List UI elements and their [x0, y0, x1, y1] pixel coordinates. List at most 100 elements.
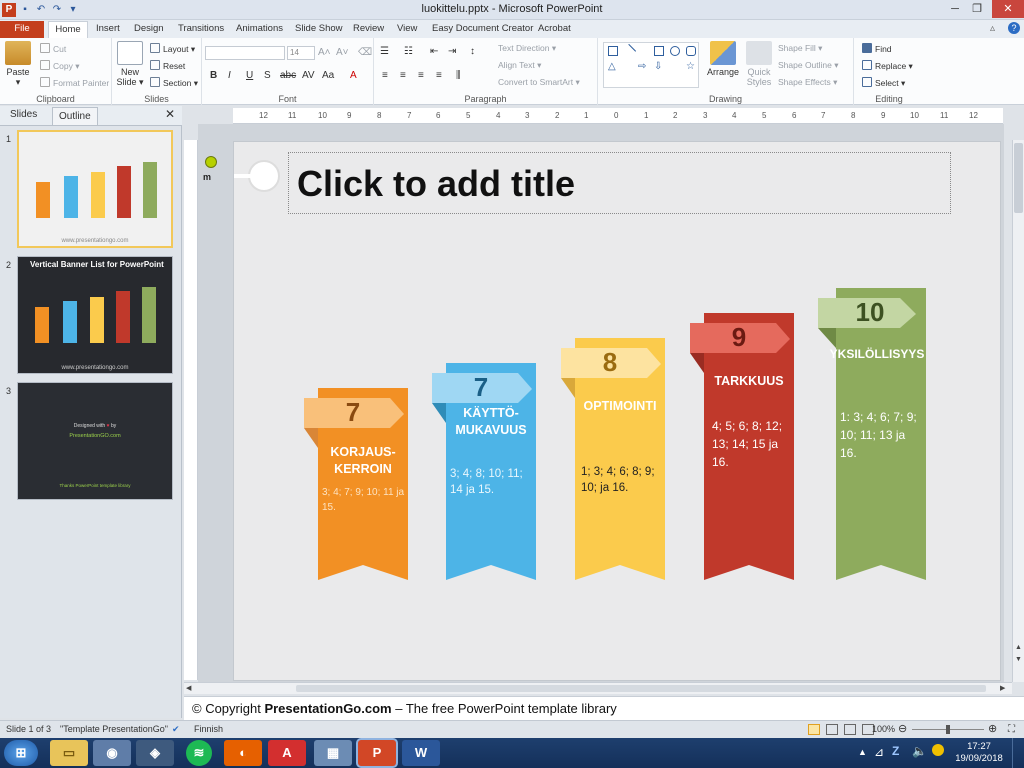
close-panel-icon[interactable]: ✕	[165, 107, 175, 121]
select-button[interactable]: Select ▾	[862, 77, 905, 89]
slide-thumbnail-2[interactable]: Vertical Banner List for PowerPoint www.…	[17, 256, 173, 374]
minimize-icon[interactable]: ─	[944, 0, 966, 18]
shadow-icon[interactable]: S	[264, 70, 271, 81]
shapes-gallery[interactable]: △ ⇨ ⇩ ☆	[603, 42, 699, 88]
copy-button[interactable]: Copy ▾	[40, 60, 79, 72]
quick-styles-button[interactable]: Quick Styles	[744, 41, 774, 87]
app-icon[interactable]: ◉	[93, 740, 131, 766]
down-arrow-shape-icon[interactable]: ⇩	[654, 62, 664, 72]
tray-expand-icon[interactable]: ▲	[858, 747, 867, 757]
underline-icon[interactable]: U	[246, 70, 253, 81]
start-button-icon[interactable]: ⊞	[4, 740, 38, 766]
format-painter-button[interactable]: Format Painter	[40, 77, 109, 88]
acrobat-icon[interactable]: A	[268, 740, 306, 766]
change-case-icon[interactable]: Aa	[322, 70, 334, 81]
clock[interactable]: 17:27 19/09/2018	[952, 741, 1006, 765]
restore-icon[interactable]: ❐	[966, 0, 988, 18]
word-icon[interactable]: W	[402, 740, 440, 766]
line-spacing-icon[interactable]: ↕	[470, 46, 475, 57]
new-slide-button[interactable]: New Slide ▾	[114, 41, 146, 87]
scroll-up-arrow-icon[interactable]: ▲	[1015, 644, 1022, 651]
line-shape-icon[interactable]	[621, 43, 637, 59]
section-button[interactable]: Section ▾	[150, 77, 198, 89]
fit-to-window-icon[interactable]: ⛶	[1008, 721, 1015, 738]
triangle-shape-icon[interactable]: △	[608, 62, 618, 72]
app-icon[interactable]: ◈	[136, 740, 174, 766]
tab-animations[interactable]: Animations	[232, 21, 287, 38]
tab-slides[interactable]: Slides	[10, 109, 37, 120]
banner-item[interactable]: 8 OPTIMOINTI 1; 3; 4; 6; 8; 9; 10; ja 16…	[561, 338, 665, 580]
find-button[interactable]: Find	[862, 43, 892, 54]
calculator-icon[interactable]: ▦	[314, 740, 352, 766]
zoom-in-icon[interactable]: ⊕	[988, 721, 997, 738]
scroll-left-arrow-icon[interactable]: ◀	[186, 684, 191, 692]
network-icon[interactable]: ⊿	[874, 745, 884, 759]
slide-thumbnail-3[interactable]: Designed with ♥ by PresentationGO.com Th…	[17, 382, 173, 500]
tab-insert[interactable]: Insert	[92, 21, 124, 38]
tab-transitions[interactable]: Transitions	[174, 21, 228, 38]
shape-fill-button[interactable]: Shape Fill ▾	[778, 43, 822, 54]
align-left-icon[interactable]: ≡	[382, 70, 388, 81]
volume-icon[interactable]: 🔈	[912, 744, 927, 758]
clear-formatting-icon[interactable]: ⌫	[358, 47, 372, 58]
convert-smartart-button[interactable]: Convert to SmartArt ▾	[498, 77, 580, 88]
bullets-icon[interactable]: ☰	[380, 46, 389, 57]
rounded-rectangle-shape-icon[interactable]	[686, 46, 696, 56]
align-text-button[interactable]: Align Text ▾	[498, 60, 541, 71]
layout-button[interactable]: Layout ▾	[150, 43, 195, 55]
zoom-level[interactable]: 100%	[872, 721, 895, 738]
slide-thumbnail-1[interactable]: www.presentationgo.com	[17, 130, 173, 248]
increase-indent-icon[interactable]: ⇥	[448, 46, 456, 57]
oval-shape-icon[interactable]	[670, 46, 680, 56]
character-spacing-icon[interactable]: AV	[302, 70, 315, 81]
zoom-slider-handle[interactable]	[946, 725, 950, 734]
reset-button[interactable]: Reset	[150, 60, 185, 71]
banner-item[interactable]: 9 TARKKUUS 4; 5; 6; 8; 12; 13; 14; 15 ja…	[690, 313, 794, 580]
tray-status-icon[interactable]	[932, 744, 944, 756]
star-shape-icon[interactable]: ☆	[686, 62, 696, 72]
shape-effects-button[interactable]: Shape Effects ▾	[778, 77, 837, 88]
tab-home[interactable]: Home	[48, 21, 88, 38]
tab-easy-document-creator[interactable]: Easy Document Creator	[428, 21, 537, 38]
justify-icon[interactable]: ≡	[436, 70, 442, 81]
language-indicator[interactable]: Finnish	[194, 721, 223, 738]
hscroll-thumb[interactable]	[296, 685, 986, 692]
cut-button[interactable]: Cut	[40, 43, 66, 54]
banner-item[interactable]: 7 KORJAUS- KERROIN 3; 4; 7; 9; 10; 11 ja…	[304, 388, 408, 580]
rectangle-shape-icon[interactable]	[654, 46, 664, 56]
shape-outline-button[interactable]: Shape Outline ▾	[778, 60, 839, 71]
title-placeholder[interactable]: Click to add title	[288, 152, 951, 214]
tab-file[interactable]: File	[0, 21, 44, 38]
arrow-shape-icon[interactable]: ⇨	[638, 62, 648, 72]
minimize-ribbon-icon[interactable]: ▵	[990, 23, 995, 34]
tray-app-icon[interactable]: Z	[892, 744, 899, 758]
slide-sorter-view-icon[interactable]	[826, 724, 838, 735]
text-direction-button[interactable]: Text Direction ▾	[498, 43, 556, 54]
firefox-icon[interactable]: ◐	[224, 740, 262, 766]
banner-item[interactable]: 7 KÄYTTÖ- MUKAVUUS 3; 4; 8; 10; 11; 14 j…	[432, 363, 536, 580]
scroll-down-arrow-icon[interactable]: ▼	[1015, 656, 1022, 663]
font-name-combo[interactable]	[205, 46, 285, 60]
spellcheck-icon[interactable]: ✔	[172, 721, 180, 738]
arrange-button[interactable]: Arrange	[706, 41, 740, 77]
slide-canvas[interactable]: Click to add title 7 KORJAUS- KERROIN 3;…	[233, 141, 1001, 681]
font-size-combo[interactable]: 14	[287, 46, 315, 60]
replace-button[interactable]: Replace ▾	[862, 60, 913, 72]
banner-item[interactable]: 10 YKSILÖLLISYYS 1: 3; 4; 6; 7; 9; 10; 1…	[818, 288, 926, 580]
paste-button[interactable]: Paste ▾	[2, 41, 34, 87]
reading-view-icon[interactable]	[844, 724, 856, 735]
vertical-scrollbar[interactable]: ▲ ▼	[1012, 140, 1024, 682]
rotation-handle-icon[interactable]	[205, 156, 217, 168]
shrink-font-icon[interactable]: A˅	[336, 47, 349, 58]
show-desktop-button[interactable]	[1012, 738, 1024, 768]
horizontal-scrollbar[interactable]: ◀ ▶	[184, 682, 1012, 694]
align-center-icon[interactable]: ≡	[400, 70, 406, 81]
notes-pane[interactable]: © Copyright PresentationGo.com – The fre…	[184, 696, 1024, 720]
tab-view[interactable]: View	[393, 21, 421, 38]
spotify-icon[interactable]: ≋	[186, 740, 212, 766]
bold-icon[interactable]: B	[210, 70, 217, 81]
tab-design[interactable]: Design	[130, 21, 168, 38]
normal-view-icon[interactable]	[808, 724, 820, 735]
help-icon[interactable]: ?	[1008, 22, 1020, 34]
powerpoint-icon[interactable]: P	[358, 740, 396, 766]
